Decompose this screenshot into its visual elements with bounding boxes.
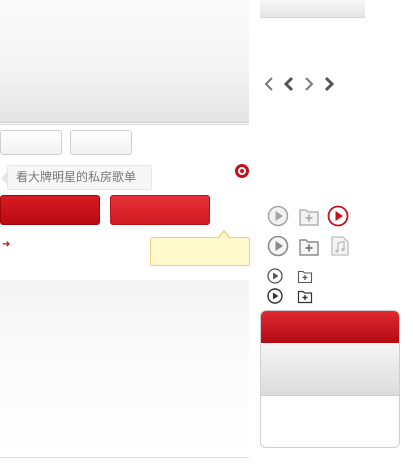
play-icon[interactable] [267,235,289,257]
chevron-right-bold-icon[interactable] [324,76,335,92]
top-gradient-panel [0,0,249,123]
red-button-pressed[interactable] [0,195,100,225]
red-button[interactable] [110,195,210,225]
tooltip-text: 看大牌明星的私房歌单 [16,170,137,184]
card-band [261,343,399,396]
chevron-right-icon[interactable] [305,77,314,91]
yellow-note [150,237,250,266]
music-file-icon[interactable] [329,235,351,257]
add-folder-icon[interactable] [298,235,320,257]
chevron-left-icon[interactable] [264,77,273,91]
chevron-left-bold-icon[interactable] [283,76,294,92]
ghost-button-secondary[interactable] [70,130,132,155]
card [260,310,400,448]
note-notch-fill [218,232,230,239]
radio-selected-icon[interactable] [235,164,249,178]
ghost-button[interactable] [0,130,62,155]
bottom-gradient-panel [0,280,249,458]
red-arrow-icon: ➜ [2,239,11,250]
add-folder-icon[interactable] [298,205,320,227]
top-bar [260,0,365,18]
add-folder-small-icon[interactable] [297,288,313,304]
add-folder-small-icon[interactable] [297,268,313,284]
card-header [261,311,399,343]
play-small-icon[interactable] [267,268,283,284]
play-icon[interactable] [267,205,289,227]
tooltip: 看大牌明星的私房歌单 [7,165,152,190]
divider [0,124,249,125]
play-small-icon[interactable] [267,288,283,304]
nav-chevrons [264,76,335,92]
play-active-icon[interactable] [327,205,349,227]
